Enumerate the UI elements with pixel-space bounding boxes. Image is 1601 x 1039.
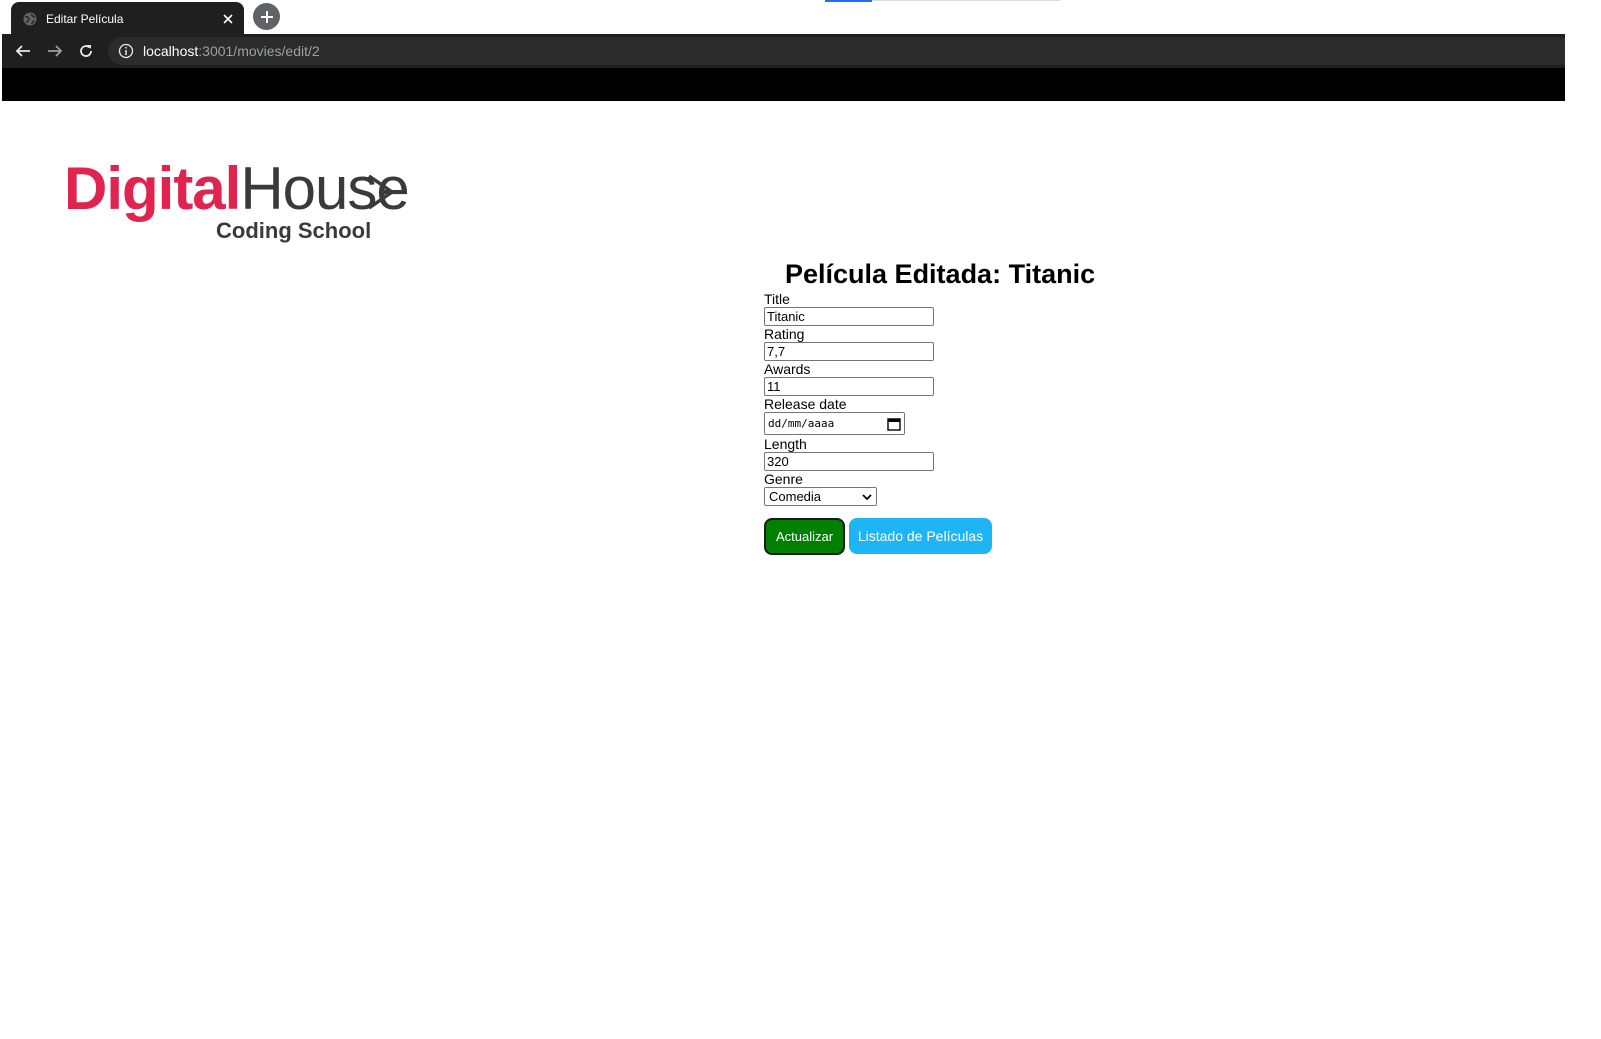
rating-label: Rating	[764, 326, 805, 342]
globe-icon	[22, 11, 38, 27]
logo-digital: Digital	[64, 155, 241, 222]
length-input[interactable]	[764, 452, 934, 471]
length-label: Length	[764, 436, 807, 452]
plus-icon	[260, 10, 273, 23]
chevron-right-icon	[368, 174, 396, 210]
close-icon[interactable]	[220, 11, 236, 27]
tab-strip-divider	[872, 0, 1060, 1]
browser-tab[interactable]: Editar Película	[11, 2, 244, 35]
new-tab-button[interactable]	[253, 3, 280, 30]
release-date-input[interactable]: dd/mm/aaaa	[764, 412, 905, 435]
genre-selected-value: Comedia	[769, 489, 822, 504]
calendar-icon[interactable]	[887, 417, 901, 431]
url-host: localhost	[143, 43, 199, 59]
chevron-down-icon	[862, 493, 872, 500]
genre-label: Genre	[764, 471, 803, 487]
bookmarks-bar	[2, 68, 1565, 101]
tab-title: Editar Película	[46, 11, 124, 26]
rating-input[interactable]	[764, 342, 934, 361]
address-bar[interactable]: localhost:3001/movies/edit/2	[108, 37, 1565, 65]
edit-movie-form: Title Rating Awards Release date dd/mm/a…	[764, 291, 1064, 506]
awards-label: Awards	[764, 361, 811, 377]
forward-button[interactable]	[43, 39, 67, 63]
awards-input[interactable]	[764, 377, 934, 396]
url-path: :3001/movies/edit/2	[198, 43, 320, 59]
tab-strip-accent	[825, 0, 872, 2]
logo-subtitle: Coding School	[216, 218, 372, 243]
info-icon[interactable]	[118, 43, 134, 59]
reload-icon	[80, 45, 92, 57]
forward-arrow-icon	[48, 45, 63, 57]
movies-list-button[interactable]: Listado de Películas	[849, 518, 992, 554]
update-button[interactable]: Actualizar	[764, 518, 845, 555]
reload-button[interactable]	[74, 39, 98, 63]
logo-wordmark: DigitalHouse	[64, 155, 410, 222]
genre-select[interactable]: Comedia	[764, 487, 877, 506]
release-date-label: Release date	[764, 396, 847, 412]
back-arrow-icon	[15, 45, 30, 57]
title-input[interactable]	[764, 307, 934, 326]
form-actions: Actualizar Listado de Películas	[764, 518, 992, 555]
digital-house-logo: DigitalHouse Coding School	[64, 158, 410, 248]
tab-strip: Editar Película	[0, 0, 1601, 35]
title-label: Title	[764, 291, 790, 307]
page-title: Película Editada: Titanic	[785, 259, 1096, 289]
browser-toolbar: localhost:3001/movies/edit/2	[2, 34, 1565, 68]
release-date-placeholder: dd/mm/aaaa	[768, 417, 835, 430]
back-button[interactable]	[11, 39, 35, 63]
